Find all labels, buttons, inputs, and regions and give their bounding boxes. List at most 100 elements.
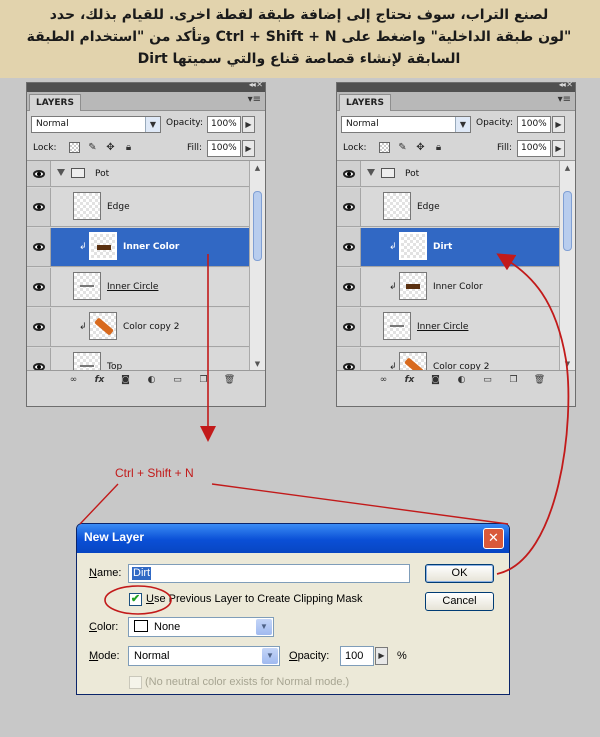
cancel-button[interactable]: Cancel xyxy=(425,592,494,611)
layers-tab[interactable]: LAYERS xyxy=(29,94,81,111)
lock-all-icon[interactable]: 🔒︎ xyxy=(123,142,134,153)
layer-row-inner-circle[interactable]: Inner Circle xyxy=(337,308,559,347)
visibility-eye-icon[interactable] xyxy=(27,228,51,266)
visibility-eye-icon[interactable] xyxy=(337,268,361,306)
new-group-icon[interactable]: ▭ xyxy=(171,374,184,387)
chevron-down-icon[interactable]: ▼ xyxy=(145,117,160,132)
scroll-up-icon[interactable]: ▲ xyxy=(250,161,265,175)
disclosure-triangle-icon[interactable] xyxy=(57,169,65,176)
layer-row-color-copy-2[interactable]: ↲ Color copy 2 xyxy=(337,348,559,370)
opacity-field[interactable]: 100% xyxy=(207,116,241,133)
lock-label: Lock: xyxy=(343,143,367,153)
layers-list: Pot Edge ↲ Dirt ↲ Inner Color Inner Circ… xyxy=(337,161,575,371)
visibility-eye-icon[interactable] xyxy=(337,161,361,186)
fill-arrow-icon[interactable]: ▶ xyxy=(242,140,255,157)
visibility-eye-icon[interactable] xyxy=(337,348,361,370)
panel-menu-icon[interactable]: ▾≡ xyxy=(248,94,261,105)
visibility-eye-icon[interactable] xyxy=(27,268,51,306)
chevron-down-icon[interactable]: ▼ xyxy=(455,117,470,132)
dialog-title: New Layer xyxy=(84,530,145,544)
layer-thumbnail xyxy=(89,232,117,260)
visibility-eye-icon[interactable] xyxy=(27,348,51,370)
trash-icon[interactable]: 🗑︎ xyxy=(223,374,236,387)
chevron-down-icon[interactable]: ▼ xyxy=(262,648,278,664)
scroll-down-icon[interactable]: ▼ xyxy=(560,357,575,370)
scroll-up-icon[interactable]: ▲ xyxy=(560,161,575,175)
blend-mode-value: Normal xyxy=(36,119,69,129)
new-group-icon[interactable]: ▭ xyxy=(481,374,494,387)
clip-arrow-icon: ↲ xyxy=(389,242,397,252)
scroll-thumb[interactable] xyxy=(253,191,262,261)
chevron-down-icon[interactable]: ▼ xyxy=(256,619,272,635)
fx-icon[interactable]: fx xyxy=(93,374,106,387)
lock-brush-icon[interactable]: ✎ xyxy=(87,142,98,153)
panel-footer: ∞ fx ◙ ◐ ▭ ❐ 🗑︎ xyxy=(337,371,575,392)
layers-scrollbar[interactable]: ▲ ▼ xyxy=(559,161,575,370)
opacity-input[interactable]: 100 xyxy=(340,646,374,666)
collapse-icon[interactable]: ◂◂ ✕ xyxy=(249,80,263,89)
fill-arrow-icon[interactable]: ▶ xyxy=(552,140,565,157)
dialog-titlebar[interactable]: New Layer ✕ xyxy=(77,524,509,553)
color-select[interactable]: None ▼ xyxy=(128,617,274,637)
lock-move-icon[interactable]: ✥ xyxy=(415,142,426,153)
visibility-eye-icon[interactable] xyxy=(337,308,361,346)
scroll-down-icon[interactable]: ▼ xyxy=(250,357,265,370)
opacity-field[interactable]: 100% xyxy=(517,116,551,133)
layer-thumbnail xyxy=(383,192,411,220)
fill-field[interactable]: 100% xyxy=(207,140,241,157)
adjustment-layer-icon[interactable]: ◐ xyxy=(145,374,158,387)
opacity-stepper-icon[interactable]: ▶ xyxy=(375,647,388,665)
visibility-eye-icon[interactable] xyxy=(27,161,51,186)
layer-row-edge[interactable]: Edge xyxy=(337,188,559,227)
layers-tab[interactable]: LAYERS xyxy=(339,94,391,111)
add-mask-icon[interactable]: ◙ xyxy=(119,374,132,387)
name-input[interactable]: Dirt xyxy=(128,564,410,583)
panel-menu-icon[interactable]: ▾≡ xyxy=(558,94,571,105)
clip-arrow-icon: ↲ xyxy=(389,282,397,292)
visibility-eye-icon[interactable] xyxy=(337,228,361,266)
visibility-eye-icon[interactable] xyxy=(337,188,361,226)
lock-all-icon[interactable]: 🔒︎ xyxy=(433,142,444,153)
scroll-thumb[interactable] xyxy=(563,191,572,251)
layer-row-top[interactable]: Top xyxy=(27,348,249,370)
lock-move-icon[interactable]: ✥ xyxy=(105,142,116,153)
lock-transparency-icon[interactable] xyxy=(69,142,80,153)
layers-scrollbar[interactable]: ▲ ▼ xyxy=(249,161,265,370)
fill-field[interactable]: 100% xyxy=(517,140,551,157)
disclosure-triangle-icon[interactable] xyxy=(367,169,375,176)
link-layers-icon[interactable]: ∞ xyxy=(377,374,390,387)
opacity-arrow-icon[interactable]: ▶ xyxy=(242,116,255,133)
layer-name: Color copy 2 xyxy=(123,322,180,332)
layer-row-color-copy-2[interactable]: ↲ Color copy 2 xyxy=(27,308,249,347)
ok-button[interactable]: OK xyxy=(425,564,494,583)
layer-row-pot[interactable]: Pot xyxy=(27,161,249,187)
layer-name: Inner Circle xyxy=(417,322,469,332)
trash-icon[interactable]: 🗑︎ xyxy=(533,374,546,387)
new-layer-icon[interactable]: ❐ xyxy=(507,374,520,387)
layer-row-pot[interactable]: Pot xyxy=(337,161,559,187)
visibility-eye-icon[interactable] xyxy=(27,188,51,226)
lock-transparency-icon[interactable] xyxy=(379,142,390,153)
new-layer-icon[interactable]: ❐ xyxy=(197,374,210,387)
pointer-line-left xyxy=(79,483,119,525)
layer-row-dirt[interactable]: ↲ Dirt xyxy=(337,228,559,267)
adjustment-layer-icon[interactable]: ◐ xyxy=(455,374,468,387)
blend-mode-select[interactable]: Normal ▼ xyxy=(31,116,161,133)
layer-row-inner-color[interactable]: ↲ Inner Color xyxy=(27,228,249,267)
link-layers-icon[interactable]: ∞ xyxy=(67,374,80,387)
close-icon[interactable]: ✕ xyxy=(483,528,504,549)
mode-select[interactable]: Normal ▼ xyxy=(128,646,280,666)
fx-icon[interactable]: fx xyxy=(403,374,416,387)
visibility-eye-icon[interactable] xyxy=(27,308,51,346)
collapse-icon[interactable]: ◂◂ ✕ xyxy=(559,80,573,89)
layer-row-inner-circle[interactable]: Inner Circle xyxy=(27,268,249,307)
lock-label: Lock: xyxy=(33,143,57,153)
blend-mode-select[interactable]: Normal ▼ xyxy=(341,116,471,133)
layer-thumbnail xyxy=(73,192,101,220)
lock-brush-icon[interactable]: ✎ xyxy=(397,142,408,153)
layer-row-edge[interactable]: Edge xyxy=(27,188,249,227)
add-mask-icon[interactable]: ◙ xyxy=(429,374,442,387)
clipping-mask-checkbox[interactable]: ✔ xyxy=(129,593,142,606)
opacity-arrow-icon[interactable]: ▶ xyxy=(552,116,565,133)
layer-row-inner-color[interactable]: ↲ Inner Color xyxy=(337,268,559,307)
